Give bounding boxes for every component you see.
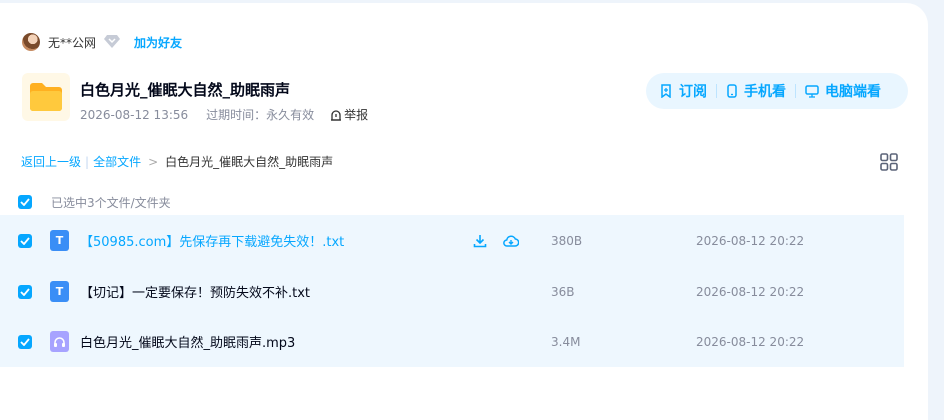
- file-date: 2026-08-12 20:22: [696, 334, 805, 349]
- file-size: 3.4M: [551, 334, 581, 349]
- file-date: 2026-08-12 20:22: [696, 233, 805, 248]
- file-row[interactable]: T 【切记】一定要保存！预防失效不补.txt 36B 2026-08-12 20…: [0, 266, 904, 317]
- file-name[interactable]: 白色月光_催眠大自然_助眠雨声.mp3: [80, 332, 295, 351]
- sharer-info: 无**公网 加为好友: [22, 31, 182, 53]
- vip-diamond-icon: [104, 34, 121, 50]
- txt-file-icon: T: [50, 281, 69, 302]
- breadcrumb-all-files[interactable]: 全部文件: [93, 153, 141, 170]
- audio-file-icon: [50, 331, 69, 352]
- file-size: 380B: [551, 233, 583, 248]
- add-friend-link[interactable]: 加为好友: [134, 34, 182, 51]
- file-date: 2026-08-12 20:22: [696, 284, 805, 299]
- row-checkbox[interactable]: [18, 284, 32, 299]
- download-icon[interactable]: [473, 234, 487, 248]
- report-icon: [331, 109, 342, 121]
- txt-file-icon: T: [50, 230, 69, 251]
- share-created-time: 2026-08-12 13:56: [80, 107, 189, 122]
- pc-label: 电脑端看: [825, 84, 881, 100]
- file-name[interactable]: 【切记】一定要保存！预防失效不补.txt: [80, 282, 310, 301]
- chevron-right-icon: >: [148, 154, 159, 169]
- select-all-row: 已选中3个文件/文件夹: [18, 192, 171, 212]
- file-row[interactable]: 白色月光_催眠大自然_助眠雨声.mp3 3.4M 2026-08-12 20:2…: [0, 316, 904, 367]
- share-expiry: 过期时间：永久有效: [206, 108, 315, 122]
- row-actions: [473, 234, 535, 248]
- watch-on-pc-button[interactable]: 电脑端看: [805, 81, 881, 101]
- sharer-name: 无**公网: [48, 35, 97, 50]
- grid-view-icon[interactable]: [880, 153, 898, 171]
- save-to-cloud-icon[interactable]: [503, 234, 519, 248]
- monitor-icon: [805, 85, 819, 98]
- avatar[interactable]: [22, 33, 40, 51]
- file-row[interactable]: T 【50985.com】先保存再下载避免失效！.txt 380B 2026-0…: [0, 215, 904, 266]
- subscribe-label: 订阅: [679, 84, 707, 100]
- folder-icon: [22, 73, 70, 121]
- row-checkbox[interactable]: [18, 334, 32, 349]
- breadcrumb-back[interactable]: 返回上一级: [21, 153, 81, 170]
- breadcrumb-current: 白色月光_催眠大自然_助眠雨声: [165, 155, 334, 169]
- watch-on-phone-button[interactable]: 手机看: [726, 81, 786, 101]
- file-name[interactable]: 【50985.com】先保存再下载避免失效！.txt: [80, 231, 344, 250]
- share-meta: 2026-08-12 13:56 过期时间：永久有效 举报: [80, 106, 368, 123]
- selection-count: 已选中3个文件/文件夹: [51, 195, 171, 210]
- phone-icon: [727, 84, 737, 98]
- report-button[interactable]: 举报: [330, 106, 368, 123]
- view-actions: 订阅 手机看 电脑端看: [646, 73, 908, 109]
- bookmark-icon: [661, 84, 671, 98]
- select-all-checkbox[interactable]: [18, 195, 32, 209]
- file-size: 36B: [551, 284, 575, 299]
- share-card: 无**公网 加为好友 白色月光_催眠大自然_助眠雨声 2026-08-12 13…: [0, 3, 928, 420]
- breadcrumb: 返回上一级 | 全部文件 > 白色月光_催眠大自然_助眠雨声: [21, 153, 334, 170]
- page-scrollbar[interactable]: [928, 0, 944, 420]
- row-checkbox[interactable]: [18, 233, 32, 248]
- phone-label: 手机看: [744, 84, 786, 100]
- subscribe-button[interactable]: 订阅: [659, 81, 707, 101]
- share-title: 白色月光_催眠大自然_助眠雨声: [80, 81, 291, 99]
- report-label: 举报: [344, 108, 369, 122]
